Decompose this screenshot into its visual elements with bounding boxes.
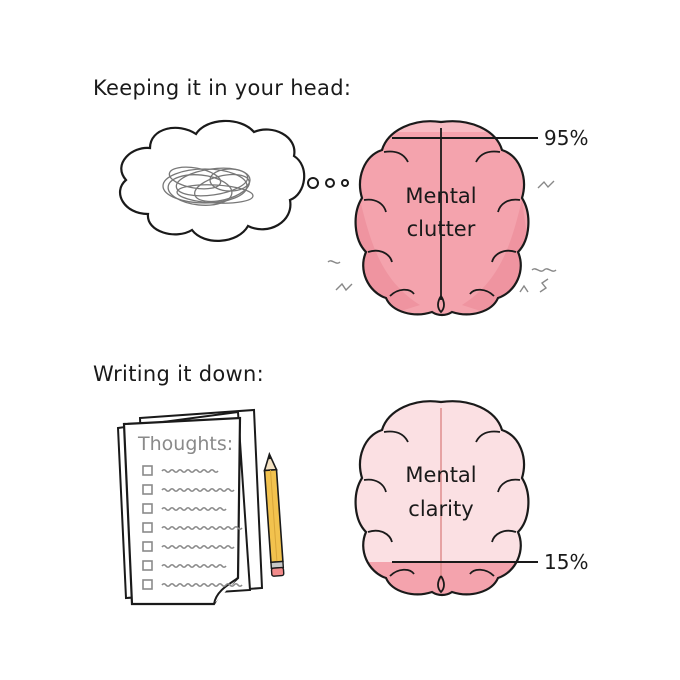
brain-icon bbox=[354, 400, 530, 597]
percent-bottom: 15% bbox=[544, 550, 588, 574]
scribble-line bbox=[161, 582, 243, 588]
thought-cloud-icon bbox=[119, 119, 349, 242]
note-title: Thoughts: bbox=[137, 433, 233, 455]
brain-label-clarity-line2: clarity bbox=[408, 497, 473, 521]
scribble-line bbox=[161, 525, 243, 531]
illustration: Mental clutter 95% Thoughts: Mental clar… bbox=[116, 119, 588, 606]
brain-label-clarity-line1: Mental bbox=[405, 463, 476, 487]
brain-label-clutter-line1: Mental bbox=[405, 184, 476, 208]
brain-label-clutter-line2: clutter bbox=[407, 217, 476, 241]
paper-stack-icon: Thoughts: bbox=[116, 408, 264, 606]
brain-icon bbox=[327, 120, 557, 317]
percent-top: 95% bbox=[544, 126, 588, 150]
pencil-icon bbox=[263, 451, 285, 577]
